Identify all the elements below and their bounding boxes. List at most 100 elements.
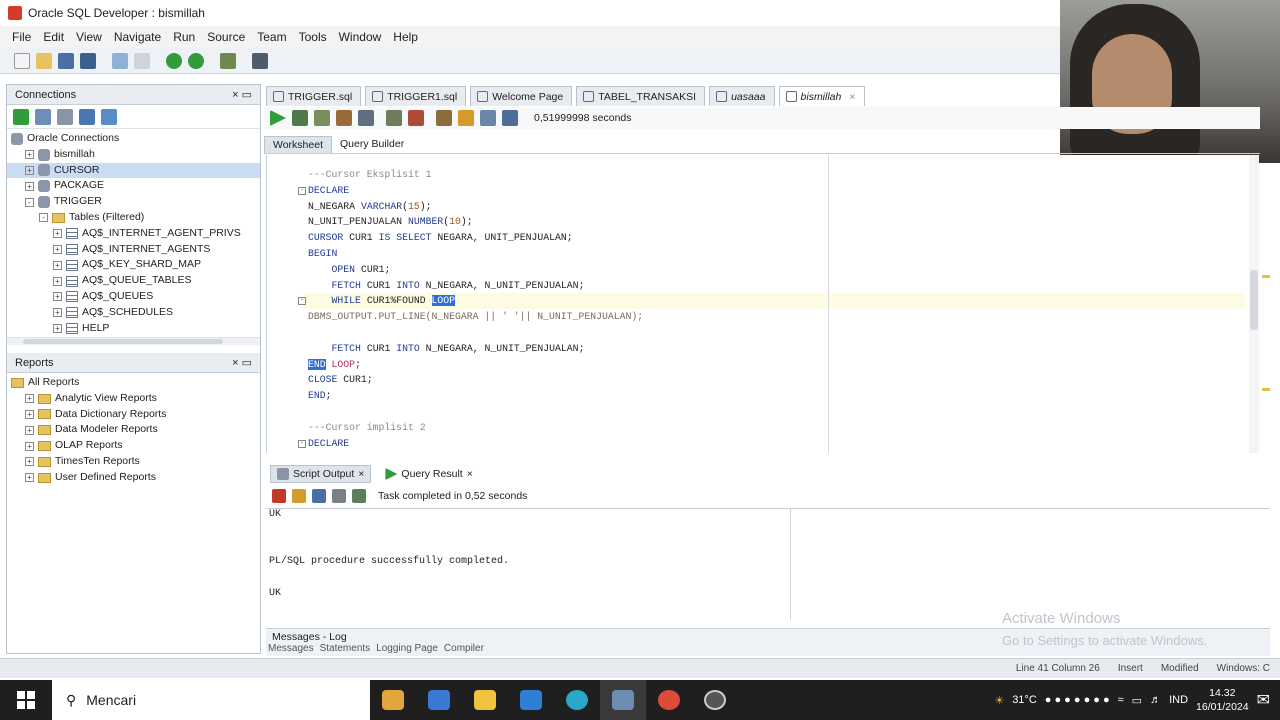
autotrace-icon[interactable] [358, 110, 374, 126]
expand-icon[interactable]: + [25, 457, 34, 467]
fold-toggle-icon[interactable]: - [298, 186, 306, 195]
temperature[interactable]: 31°C [1012, 694, 1037, 706]
open-folder-icon[interactable] [36, 52, 52, 69]
menu-navigate[interactable]: Navigate [108, 30, 167, 44]
tree-item[interactable]: - Tables (Filtered) [7, 210, 260, 226]
tree-item[interactable]: + TimesTen Reports [7, 454, 260, 470]
close-icon[interactable]: × [358, 468, 364, 480]
taskbar-app-store[interactable] [416, 680, 462, 720]
tray-icons[interactable]: ● ● ● ● ● ● ● [1045, 694, 1110, 706]
editor-tab[interactable]: TABEL_TRANSAKSI [576, 86, 706, 106]
tree-item[interactable]: + OLAP Reports [7, 438, 260, 454]
tree-item[interactable]: Oracle Connections [7, 131, 260, 147]
close-icon[interactable]: × ▭ [232, 356, 252, 369]
menu-edit[interactable]: Edit [37, 30, 70, 44]
tree-item[interactable]: + Data Modeler Reports [7, 422, 260, 438]
tab-script-output[interactable]: Script Output × [270, 465, 372, 483]
wifi-icon[interactable]: ≈ [1118, 694, 1124, 706]
editor-tab[interactable]: TRIGGER1.sql [365, 86, 467, 106]
add-connection-icon[interactable] [13, 108, 29, 125]
save-all-icon[interactable] [80, 52, 96, 69]
expand-icon[interactable]: + [25, 409, 34, 419]
editor-tab[interactable]: uasaaa [709, 86, 775, 106]
expand-icon[interactable]: + [25, 441, 34, 451]
collapse-icon[interactable]: - [39, 213, 48, 223]
taskbar-app-recorder[interactable] [692, 680, 738, 720]
filter-icon[interactable] [57, 108, 73, 125]
expand-icon[interactable]: + [25, 181, 34, 191]
sql-tuning-icon[interactable] [436, 110, 452, 126]
open-icon[interactable] [352, 489, 366, 503]
menu-file[interactable]: File [6, 30, 37, 44]
fold-toggle-icon[interactable]: - [298, 297, 306, 306]
taskbar-search[interactable]: ⚲ Mencari [52, 680, 370, 720]
code-editor[interactable]: - - - ---Cursor Eksplisit 1 DECLARE N_NEGARA … [266, 155, 1250, 453]
fold-toggle-icon[interactable]: - [298, 439, 306, 448]
tab-messages[interactable]: Messages [268, 643, 314, 654]
schema-browser-icon[interactable] [79, 108, 95, 125]
expand-icon[interactable]: + [25, 150, 34, 160]
tab-compiler[interactable]: Compiler [444, 643, 484, 654]
taskbar-app-edge[interactable] [554, 680, 600, 720]
notification-icon[interactable]: ✉ [1257, 690, 1270, 710]
tree-item[interactable]: + AQ$_QUEUE_TABLES [7, 273, 260, 289]
tree-item[interactable]: + User Defined Reports [7, 470, 260, 486]
expand-icon[interactable]: + [25, 425, 34, 435]
expand-icon[interactable]: + [25, 394, 34, 404]
close-icon[interactable]: × ▭ [232, 88, 252, 101]
taskbar-clock[interactable]: 14.32 16/01/2024 [1196, 686, 1249, 714]
binoculars-icon[interactable] [252, 52, 268, 69]
tree-item[interactable]: + CURSOR [7, 162, 260, 179]
tree-item[interactable]: + PACKAGE [7, 178, 260, 194]
script-output-area[interactable]: UK PL/SQL procedure successfully complete… [266, 508, 1270, 620]
eraser-icon[interactable] [292, 489, 306, 503]
tree-item[interactable]: + AQ$_INTERNET_AGENT_PRIVS [7, 226, 260, 242]
refresh-icon[interactable] [35, 108, 51, 125]
menu-view[interactable]: View [70, 30, 108, 44]
taskbar-app-mail[interactable] [508, 680, 554, 720]
tab-query-builder[interactable]: Query Builder [332, 136, 412, 153]
commit-icon[interactable] [314, 110, 330, 126]
menu-team[interactable]: Team [251, 30, 292, 44]
tab-logging-page[interactable]: Logging Page [376, 643, 438, 654]
save-icon[interactable] [312, 489, 326, 503]
editor-tab[interactable]: Welcome Page [470, 86, 573, 106]
connections-hscrollbar[interactable] [7, 337, 260, 345]
save-icon[interactable] [58, 52, 74, 69]
explain-plan-icon[interactable] [386, 110, 402, 126]
forward-icon[interactable] [188, 52, 204, 69]
tree-item[interactable]: + Analytic View Reports [7, 391, 260, 407]
print-icon[interactable] [332, 489, 346, 503]
tree-item[interactable]: + AQ$_KEY_SHARD_MAP [7, 257, 260, 273]
expand-icon[interactable]: + [53, 244, 62, 254]
editor-tab[interactable]: bismillah × [778, 86, 865, 106]
rollback-icon[interactable] [336, 110, 352, 126]
sql-icon[interactable] [220, 52, 236, 69]
expand-icon[interactable]: + [25, 165, 34, 175]
overview-marker[interactable] [1262, 275, 1270, 278]
tree-item[interactable]: All Reports [7, 375, 260, 391]
eraser-icon[interactable] [458, 110, 474, 126]
expand-icon[interactable]: + [53, 308, 62, 318]
clear-icon[interactable] [408, 110, 424, 126]
collapse-icon[interactable]: - [25, 197, 34, 207]
tree-item[interactable]: + bismillah [7, 147, 260, 163]
expand-icon[interactable]: + [53, 323, 62, 333]
expand-icon[interactable]: + [53, 292, 62, 302]
taskbar-app-folder[interactable] [462, 680, 508, 720]
expand-icon[interactable]: + [53, 260, 62, 270]
tree-item[interactable]: + AQ$_QUEUES [7, 289, 260, 305]
weather-icon[interactable]: ☀ [994, 694, 1004, 707]
close-icon[interactable]: × [849, 91, 855, 103]
volume-icon[interactable]: ♬ [1150, 694, 1161, 706]
battery-icon[interactable]: ▭ [1132, 694, 1142, 707]
tree-item[interactable]: + AQ$_SCHEDULES [7, 305, 260, 321]
tree-item[interactable]: + Data Dictionary Reports [7, 407, 260, 423]
undo-icon[interactable] [112, 52, 128, 69]
history-icon[interactable] [480, 110, 496, 126]
pin-icon[interactable] [272, 489, 286, 503]
expand-icon[interactable]: + [25, 473, 34, 483]
taskbar-app-sqldeveloper[interactable] [600, 680, 646, 720]
tab-query-result[interactable]: Query Result × [379, 466, 478, 482]
tab-statements[interactable]: Statements [320, 643, 371, 654]
